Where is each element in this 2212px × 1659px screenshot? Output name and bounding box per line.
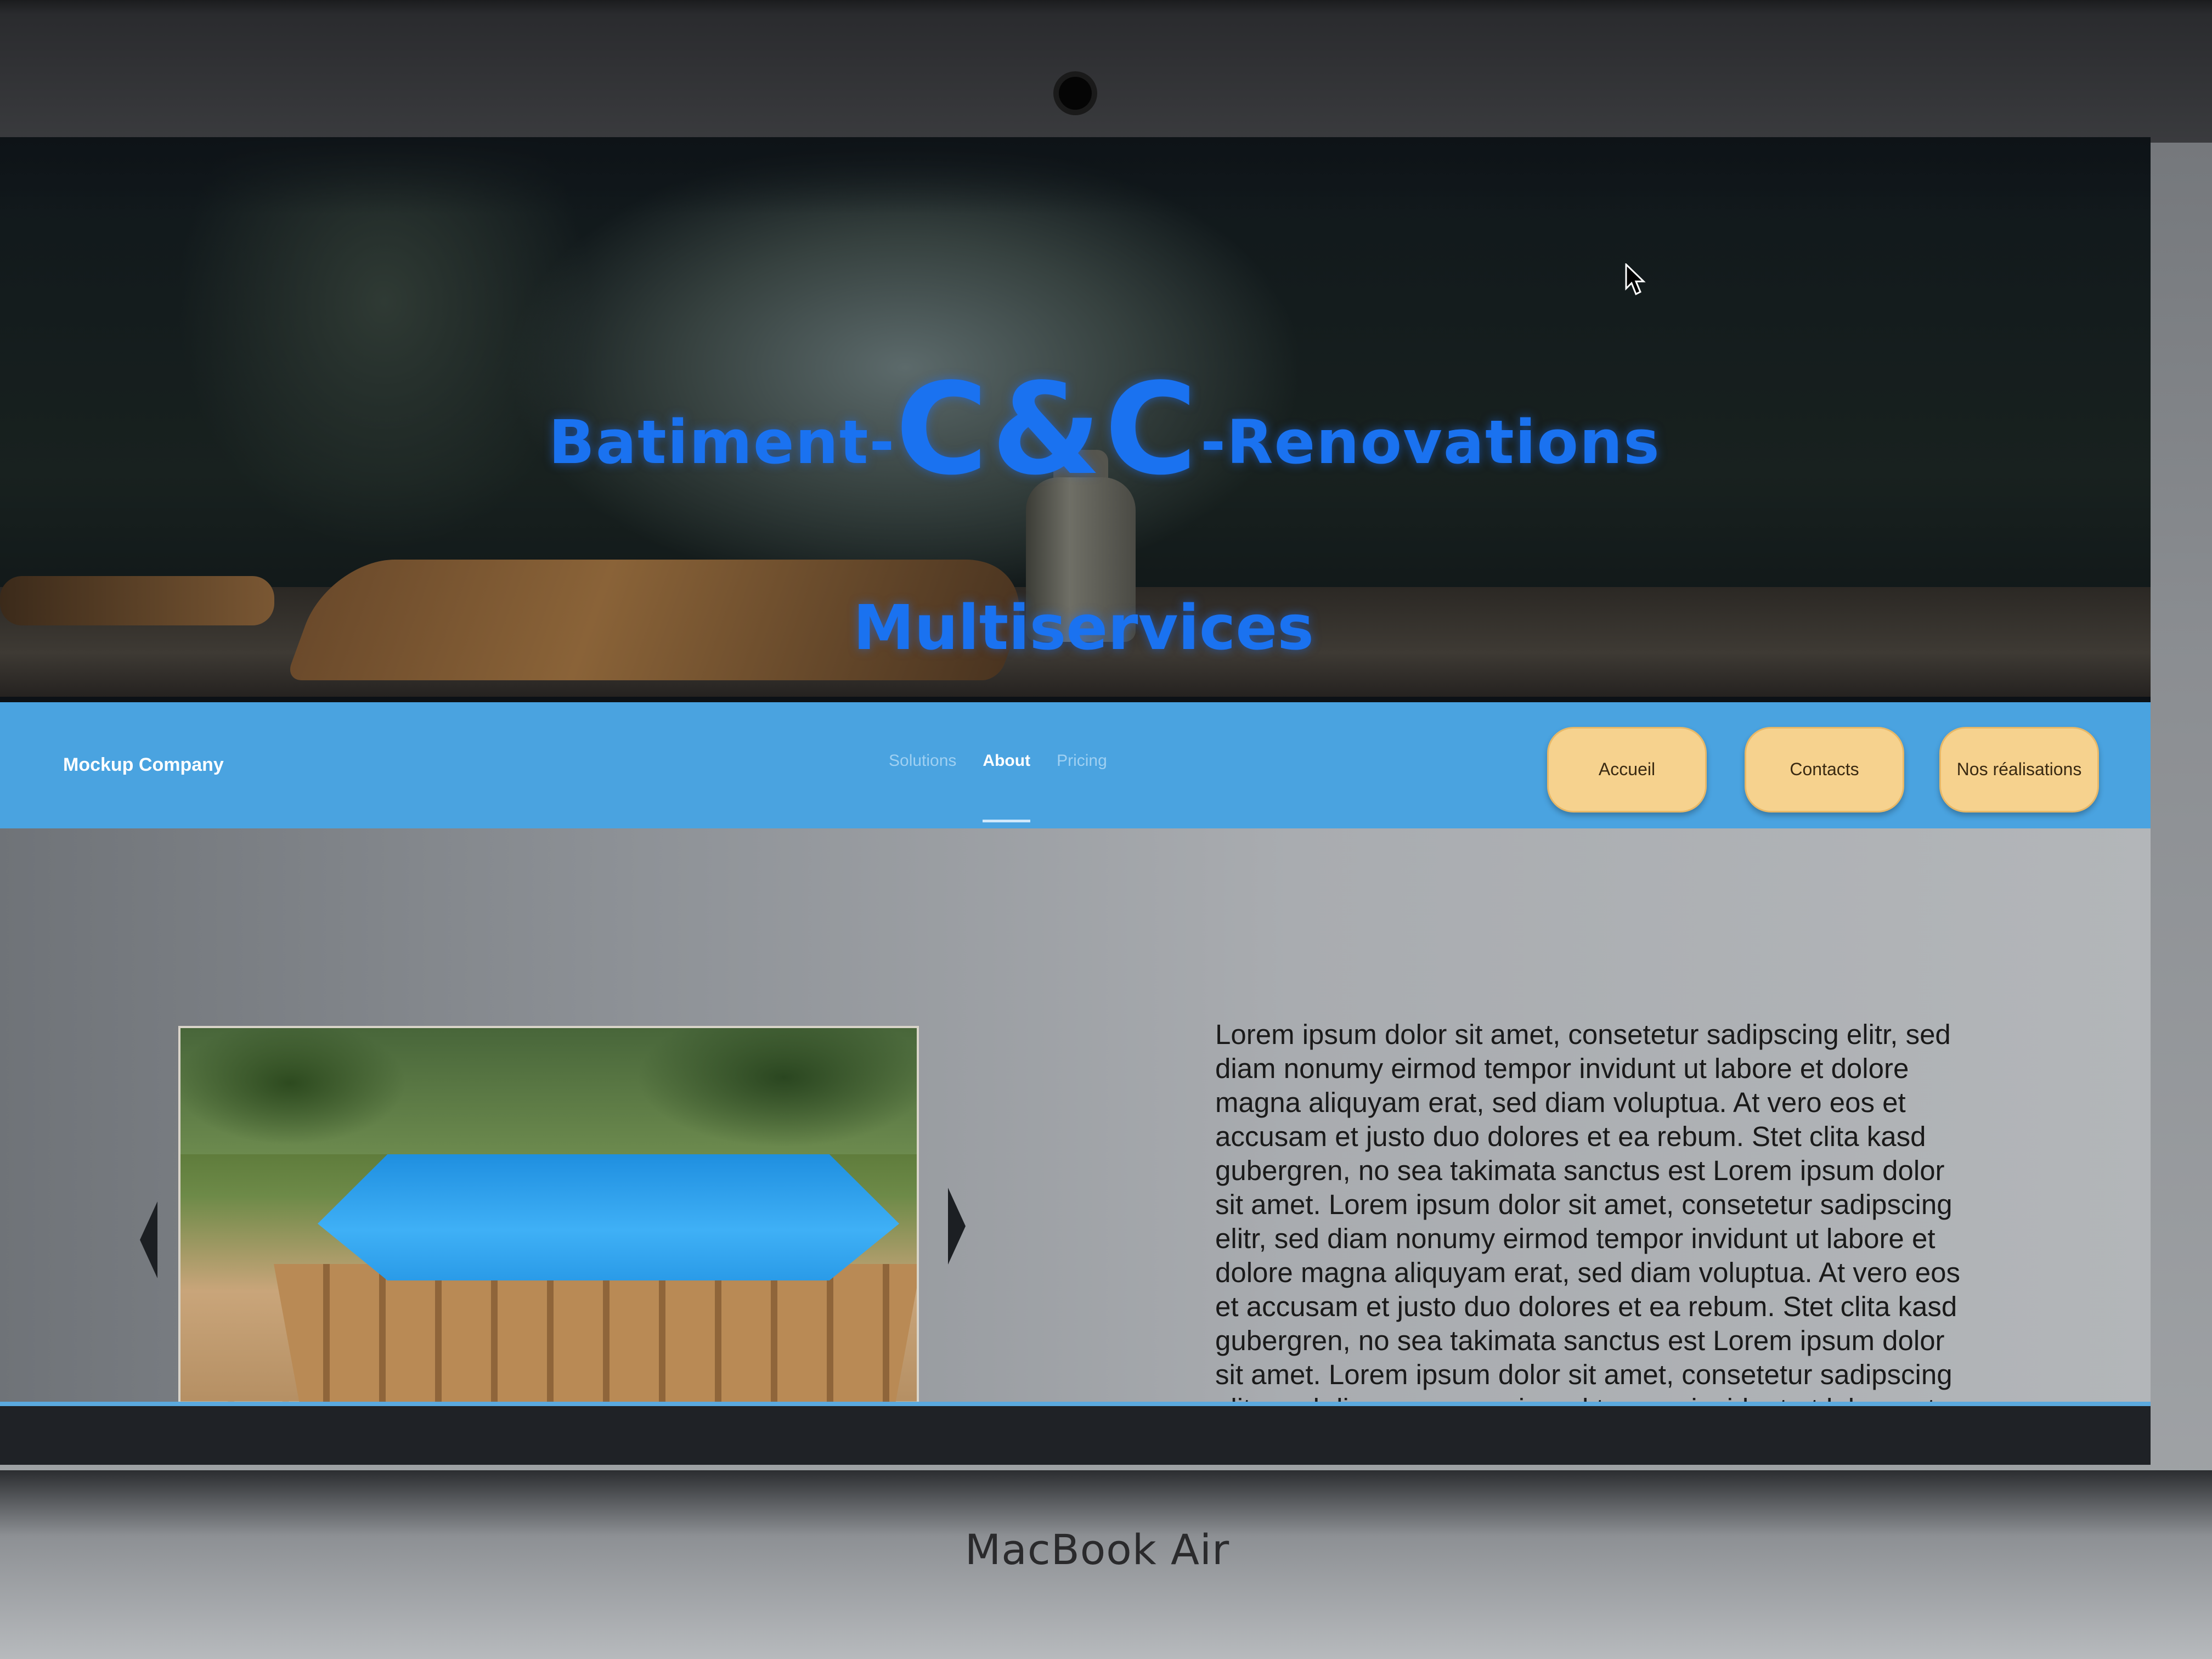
- hero-title-left: Batiment-: [549, 407, 896, 477]
- hero-photo-chair-left: [0, 576, 274, 625]
- chevron-right-icon[interactable]: [948, 1188, 966, 1265]
- accueil-button[interactable]: Accueil: [1547, 727, 1707, 812]
- brand-name[interactable]: Mockup Company: [63, 754, 224, 776]
- nav-link-pricing[interactable]: Pricing: [1057, 752, 1107, 770]
- nav-link-solutions[interactable]: Solutions: [889, 752, 956, 770]
- chevron-left-icon[interactable]: [140, 1201, 157, 1278]
- content-section: Lorem ipsum dolor sit amet, consetetur s…: [0, 828, 2151, 1465]
- nav-links: Solutions About Pricing: [889, 752, 1107, 822]
- laptop-bottom-bezel: MacBook Air: [0, 1470, 2212, 1659]
- hero-title: Batiment-C&C-Renovations: [549, 357, 1660, 503]
- hero-subtitle: Multiservices: [853, 592, 1314, 664]
- webcam-icon: [1059, 77, 1092, 110]
- hero-title-center: C&C: [895, 357, 1201, 503]
- hero-banner: Batiment-C&C-Renovations Multiservices: [0, 137, 2151, 697]
- contacts-button[interactable]: Contacts: [1745, 727, 1904, 812]
- nos-realisations-button[interactable]: Nos réalisations: [1939, 727, 2099, 812]
- nav-link-about[interactable]: About: [983, 752, 1030, 822]
- body-paragraph: Lorem ipsum dolor sit amet, consetetur s…: [1215, 1019, 1960, 1424]
- browser-screen: Batiment-C&C-Renovations Multiservices M…: [0, 137, 2151, 1465]
- slider-image-pool: [178, 1026, 919, 1465]
- mouse-cursor-icon: [1625, 263, 1646, 296]
- laptop-frame: Batiment-C&C-Renovations Multiservices M…: [0, 0, 2212, 1659]
- device-label: MacBook Air: [964, 1525, 1230, 1574]
- hero-title-right: -Renovations: [1200, 407, 1661, 477]
- laptop-top-bezel: [0, 0, 2212, 143]
- top-navbar: Mockup Company Solutions About Pricing A…: [0, 702, 2151, 828]
